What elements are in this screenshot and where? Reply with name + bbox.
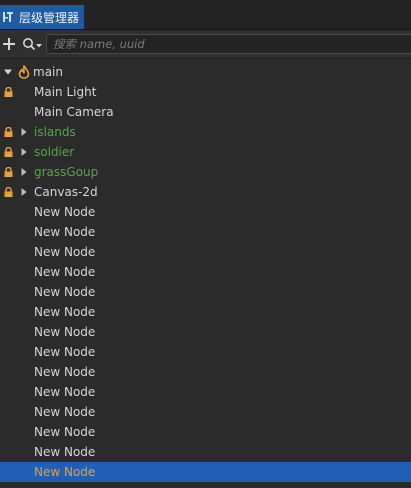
tree-node[interactable]: New Node	[0, 402, 411, 422]
tree-node-label: Canvas-2d	[34, 185, 98, 199]
tree-node[interactable]: New Node	[0, 202, 411, 222]
lock-icon[interactable]	[4, 187, 13, 197]
lock-icon[interactable]	[4, 167, 13, 177]
tree-node[interactable]: soldier	[0, 142, 411, 162]
tree-node-label: New Node	[34, 465, 96, 479]
tree-node-label: New Node	[34, 345, 96, 359]
tree-node-label: soldier	[34, 145, 75, 159]
tree-node[interactable]: New Node	[0, 262, 411, 282]
search-icon	[23, 38, 42, 51]
tree-node[interactable]: New Node	[0, 302, 411, 322]
scene-icon	[18, 65, 30, 79]
tree-node-label: New Node	[34, 205, 96, 219]
tab-label: 层级管理器	[19, 10, 80, 25]
tree-node-label: New Node	[34, 285, 96, 299]
collapsed-arrow-icon[interactable]	[20, 188, 28, 196]
collapsed-arrow-icon[interactable]	[20, 168, 28, 176]
tree-node[interactable]: Canvas-2d	[0, 182, 411, 202]
tree-node[interactable]: New Node	[0, 442, 411, 462]
tree-node[interactable]: New Node	[0, 322, 411, 342]
tree-node[interactable]: New Node	[0, 422, 411, 442]
tree-node[interactable]: New Node	[0, 242, 411, 262]
search-type-button[interactable]	[21, 35, 45, 53]
tree-node-label: New Node	[34, 305, 96, 319]
tab-hierarchy[interactable]: 层级管理器	[0, 5, 84, 29]
tree-node[interactable]: grassGoup	[0, 162, 411, 182]
tree-node-label: New Node	[34, 245, 96, 259]
collapsed-arrow-icon[interactable]	[20, 148, 28, 156]
tree-node-label: New Node	[34, 265, 96, 279]
tree-node-label: Main Light	[34, 85, 97, 99]
tree-node[interactable]: New Node	[0, 382, 411, 402]
hierarchy-toolbar	[0, 30, 411, 59]
lock-icon[interactable]	[4, 147, 13, 157]
tree-node[interactable]: Main Camera	[0, 102, 411, 122]
tree-node-root[interactable]: main	[0, 62, 411, 82]
collapsed-arrow-icon[interactable]	[20, 128, 28, 136]
tree-node-label: islands	[34, 125, 76, 139]
tree-node[interactable]: New Node	[0, 222, 411, 242]
hierarchy-tree: main Main Light Main Camera islands soldier…	[0, 62, 411, 482]
tree-node[interactable]: New Node	[0, 462, 411, 482]
tree-node-label: main	[33, 65, 63, 79]
lock-icon[interactable]	[4, 127, 13, 137]
tree-node-label: New Node	[34, 425, 96, 439]
tree-node[interactable]: New Node	[0, 342, 411, 362]
tree-node-label: New Node	[34, 365, 96, 379]
lock-icon[interactable]	[4, 87, 13, 97]
tree-node-label: New Node	[34, 405, 96, 419]
tree-node-label: New Node	[34, 325, 96, 339]
tree-node[interactable]: New Node	[0, 282, 411, 302]
hierarchy-icon	[2, 10, 16, 24]
tree-node-label: Main Camera	[34, 105, 114, 119]
tree-node-label: grassGoup	[34, 165, 99, 179]
tree-node-label: New Node	[34, 225, 96, 239]
tree-node[interactable]: New Node	[0, 362, 411, 382]
search-input[interactable]	[46, 34, 411, 54]
tree-node[interactable]: Main Light	[0, 82, 411, 102]
panel-tab-bar: 层级管理器	[0, 0, 411, 30]
plus-icon	[3, 38, 15, 50]
tree-node-label: New Node	[34, 445, 96, 459]
tree-node-label: New Node	[34, 385, 96, 399]
add-node-button[interactable]	[0, 35, 18, 53]
expand-arrow-icon[interactable]	[4, 68, 12, 76]
tree-node[interactable]: islands	[0, 122, 411, 142]
